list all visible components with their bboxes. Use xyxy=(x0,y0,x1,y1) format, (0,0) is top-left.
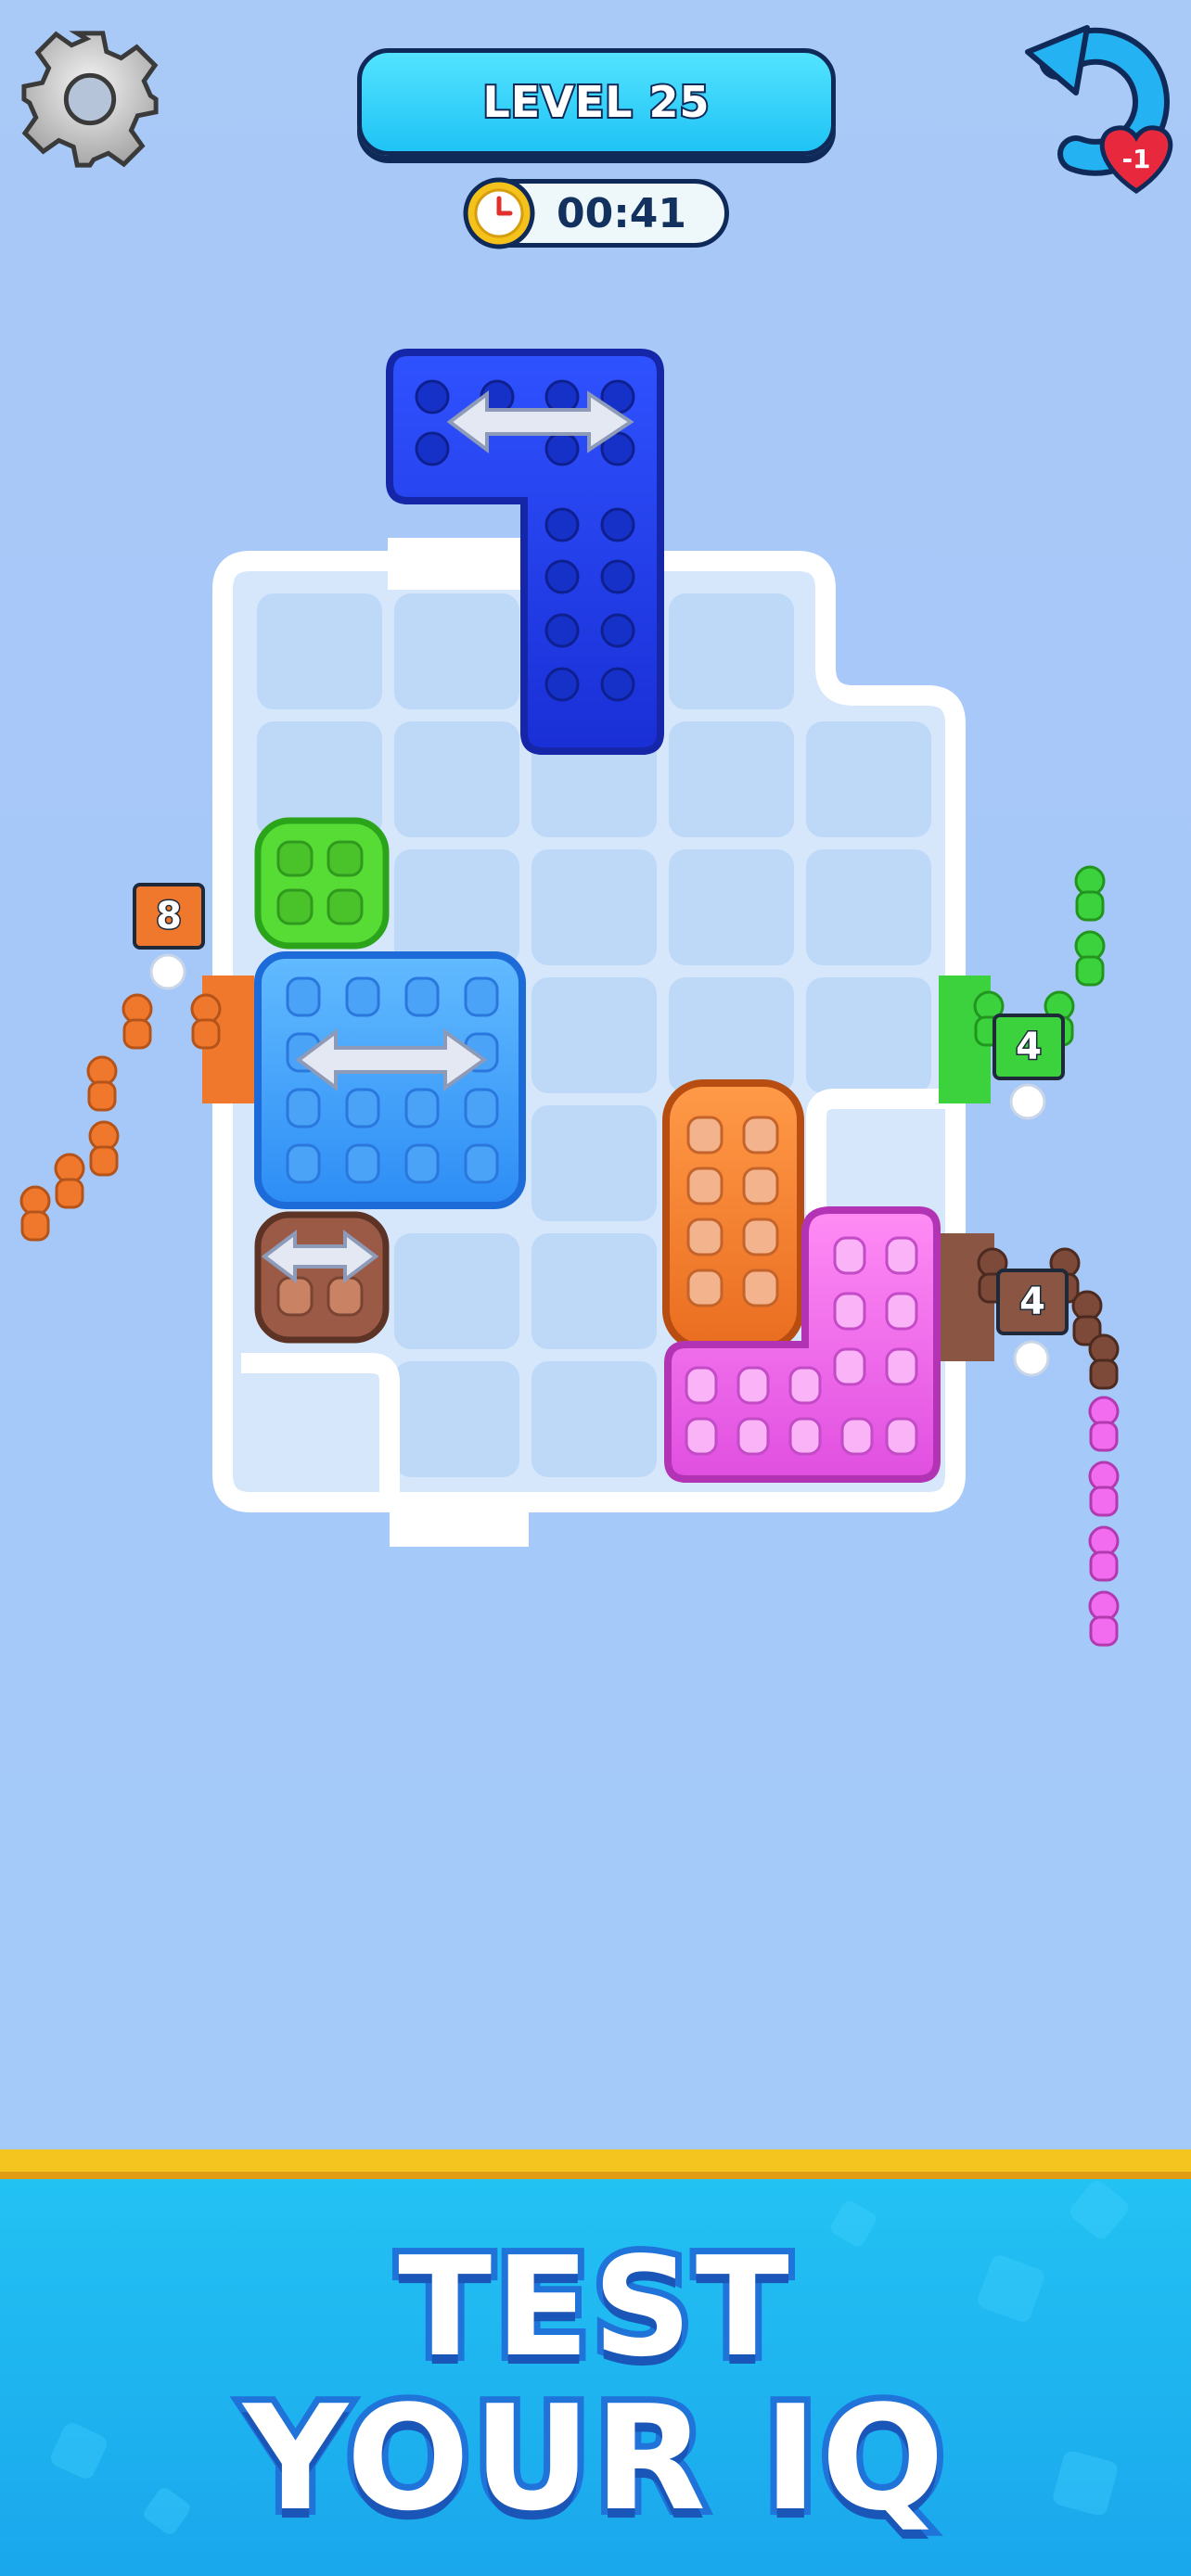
light-blue-bus[interactable] xyxy=(254,951,526,1209)
headline-line-1: TEST xyxy=(391,2226,796,2388)
brown-car[interactable] xyxy=(254,1211,390,1344)
top-exit xyxy=(388,538,527,590)
headline-line-2: YOUR IQ xyxy=(237,2373,951,2544)
orange-passengers xyxy=(19,993,222,1242)
game-board xyxy=(19,349,1120,1647)
green-car[interactable] xyxy=(254,817,390,950)
pink-passengers xyxy=(1088,1396,1120,1647)
orange-bus[interactable] xyxy=(662,1079,804,1351)
bottom-exit xyxy=(390,1495,529,1547)
green-crowd-count: 4 xyxy=(992,1014,1065,1080)
brown-crowd-count: 4 xyxy=(996,1269,1069,1335)
banner-stripe-shadow xyxy=(0,2172,1191,2179)
orange-crowd-count: 8 xyxy=(133,883,205,950)
